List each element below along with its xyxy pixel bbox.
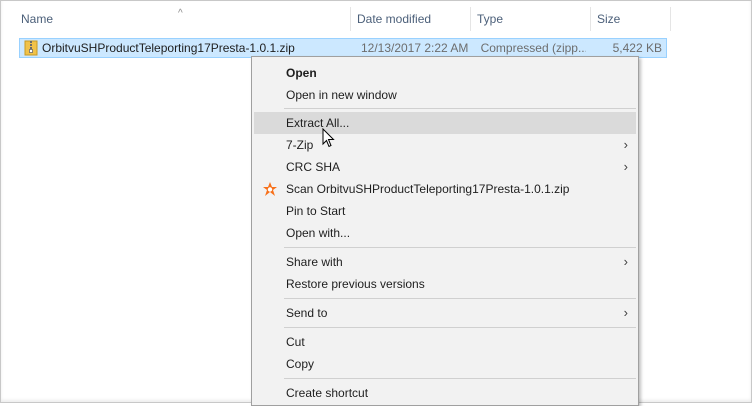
column-header-date[interactable]: Date modified — [351, 7, 471, 31]
menu-separator — [284, 378, 636, 379]
column-header-type-label: Type — [477, 12, 504, 26]
file-size: 5,422 KB — [612, 41, 662, 55]
menu-item-open-new-window[interactable]: Open in new window — [254, 84, 636, 106]
menu-item-send-to-label: Send to — [286, 306, 328, 320]
explorer-window: Name ^ Date modified Type Size OrbitvuSH… — [0, 0, 752, 406]
menu-separator — [284, 108, 636, 109]
menu-item-open-with-label: Open with... — [286, 226, 351, 240]
menu-item-copy[interactable]: Copy — [254, 353, 636, 375]
column-header-size[interactable]: Size — [591, 7, 671, 31]
menu-separator — [284, 247, 636, 248]
menu-item-pin-to-start[interactable]: Pin to Start — [254, 200, 636, 222]
menu-item-open-with[interactable]: Open with... — [254, 222, 636, 244]
file-date-modified: 12/13/2017 2:22 AM — [360, 41, 469, 55]
file-type: Compressed (zipp... — [480, 41, 587, 55]
menu-item-send-to[interactable]: Send to › — [254, 302, 636, 324]
context-menu: Open Open in new window Extract All... 7… — [251, 56, 639, 406]
column-header-date-label: Date modified — [357, 12, 432, 26]
menu-separator — [284, 298, 636, 299]
menu-item-extract-all-label: Extract All... — [286, 116, 350, 130]
column-header-name-label: Name — [21, 12, 54, 26]
menu-item-create-shortcut-label: Create shortcut — [286, 386, 369, 400]
menu-item-pin-to-start-label: Pin to Start — [286, 204, 346, 218]
menu-item-cut-label: Cut — [286, 335, 305, 349]
column-header-name[interactable]: Name ^ — [15, 7, 351, 31]
menu-item-crc-sha-label: CRC SHA — [286, 160, 341, 174]
menu-item-share-with-label: Share with — [286, 255, 343, 269]
menu-item-extract-all[interactable]: Extract All... — [254, 112, 636, 134]
sort-ascending-icon: ^ — [178, 8, 183, 19]
menu-separator — [284, 327, 636, 328]
menu-item-cut[interactable]: Cut — [254, 331, 636, 353]
avast-icon — [263, 182, 277, 196]
submenu-arrow-icon: › — [623, 254, 628, 269]
menu-item-7zip[interactable]: 7-Zip › — [254, 134, 636, 156]
file-row-selected[interactable]: OrbitvuSHProductTeleporting17Presta-1.0.… — [19, 38, 667, 58]
zip-folder-icon — [24, 40, 38, 56]
menu-item-restore-previous-versions[interactable]: Restore previous versions — [254, 273, 636, 295]
column-header-size-label: Size — [597, 12, 621, 26]
menu-item-open-new-window-label: Open in new window — [286, 88, 397, 102]
menu-item-scan-label: Scan OrbitvuSHProductTeleporting17Presta… — [286, 182, 570, 196]
mouse-pointer-icon — [322, 128, 335, 148]
file-name: OrbitvuSHProductTeleporting17Presta-1.0.… — [42, 41, 295, 55]
submenu-arrow-icon: › — [623, 159, 628, 174]
menu-item-open-label: Open — [286, 66, 317, 80]
submenu-arrow-icon: › — [623, 305, 628, 320]
menu-item-share-with[interactable]: Share with › — [254, 251, 636, 273]
menu-item-7zip-label: 7-Zip — [286, 138, 314, 152]
menu-item-scan[interactable]: Scan OrbitvuSHProductTeleporting17Presta… — [254, 178, 636, 200]
menu-item-copy-label: Copy — [286, 357, 315, 371]
column-header-type[interactable]: Type — [471, 7, 591, 31]
menu-item-open[interactable]: Open — [254, 62, 636, 84]
menu-item-restore-previous-label: Restore previous versions — [286, 277, 425, 291]
column-header-row: Name ^ Date modified Type Size — [15, 7, 671, 31]
menu-item-create-shortcut[interactable]: Create shortcut — [254, 382, 636, 404]
submenu-arrow-icon: › — [623, 137, 628, 152]
menu-item-crc-sha[interactable]: CRC SHA › — [254, 156, 636, 178]
